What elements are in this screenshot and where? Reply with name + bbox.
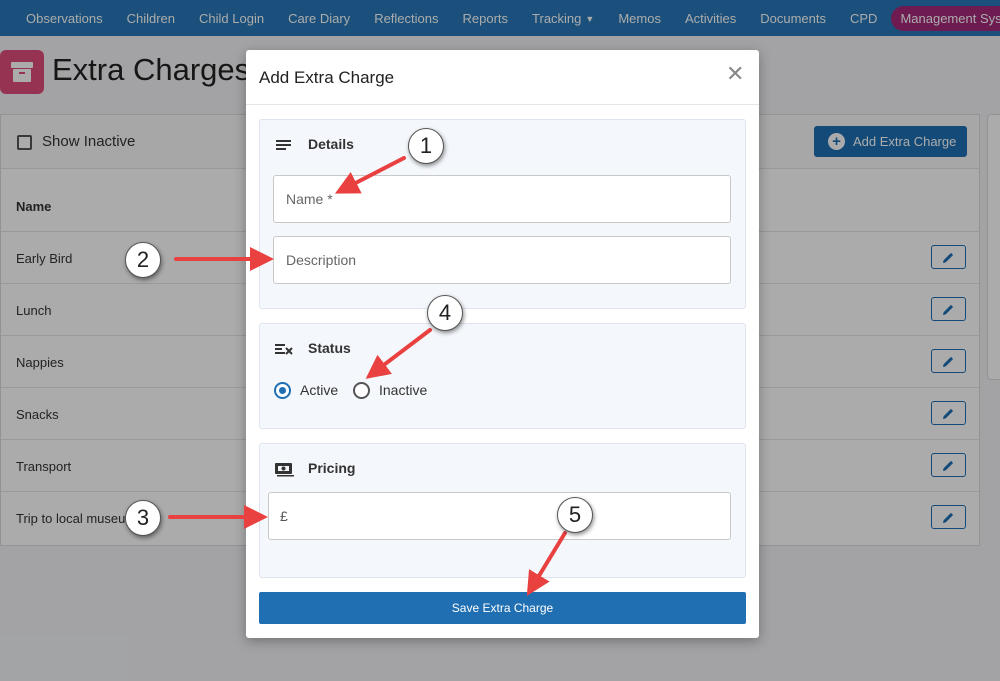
- pricing-title: Pricing: [308, 460, 356, 476]
- money-icon: [275, 463, 294, 477]
- name-field[interactable]: [273, 175, 731, 223]
- close-icon[interactable]: ✕: [726, 63, 744, 85]
- callout-1: 1: [408, 128, 444, 164]
- status-section: Status Active Inactive: [259, 323, 746, 429]
- name-input[interactable]: [274, 176, 730, 222]
- description-field[interactable]: [273, 236, 731, 284]
- inactive-label[interactable]: Inactive: [379, 382, 427, 398]
- modal-divider: [246, 104, 759, 105]
- save-extra-charge-button[interactable]: Save Extra Charge: [259, 592, 746, 624]
- active-label[interactable]: Active: [300, 382, 338, 398]
- currency-symbol: £: [280, 508, 288, 524]
- pricing-section: Pricing £: [259, 443, 746, 578]
- details-title: Details: [308, 136, 354, 152]
- inactive-radio[interactable]: [353, 382, 370, 399]
- add-extra-charge-modal: Add Extra Charge ✕ Details Status Active…: [246, 50, 759, 638]
- status-title: Status: [308, 340, 351, 356]
- callout-4: 4: [427, 295, 463, 331]
- callout-3: 3: [125, 500, 161, 536]
- lines-icon: [276, 140, 291, 150]
- callout-2: 2: [125, 242, 161, 278]
- price-input[interactable]: [295, 493, 725, 539]
- active-radio[interactable]: [274, 382, 291, 399]
- details-section: Details: [259, 119, 746, 309]
- modal-title: Add Extra Charge: [259, 68, 395, 87]
- callout-5: 5: [557, 497, 593, 533]
- description-input[interactable]: [274, 237, 730, 283]
- rule-icon: [275, 344, 293, 355]
- price-field[interactable]: £: [268, 492, 731, 540]
